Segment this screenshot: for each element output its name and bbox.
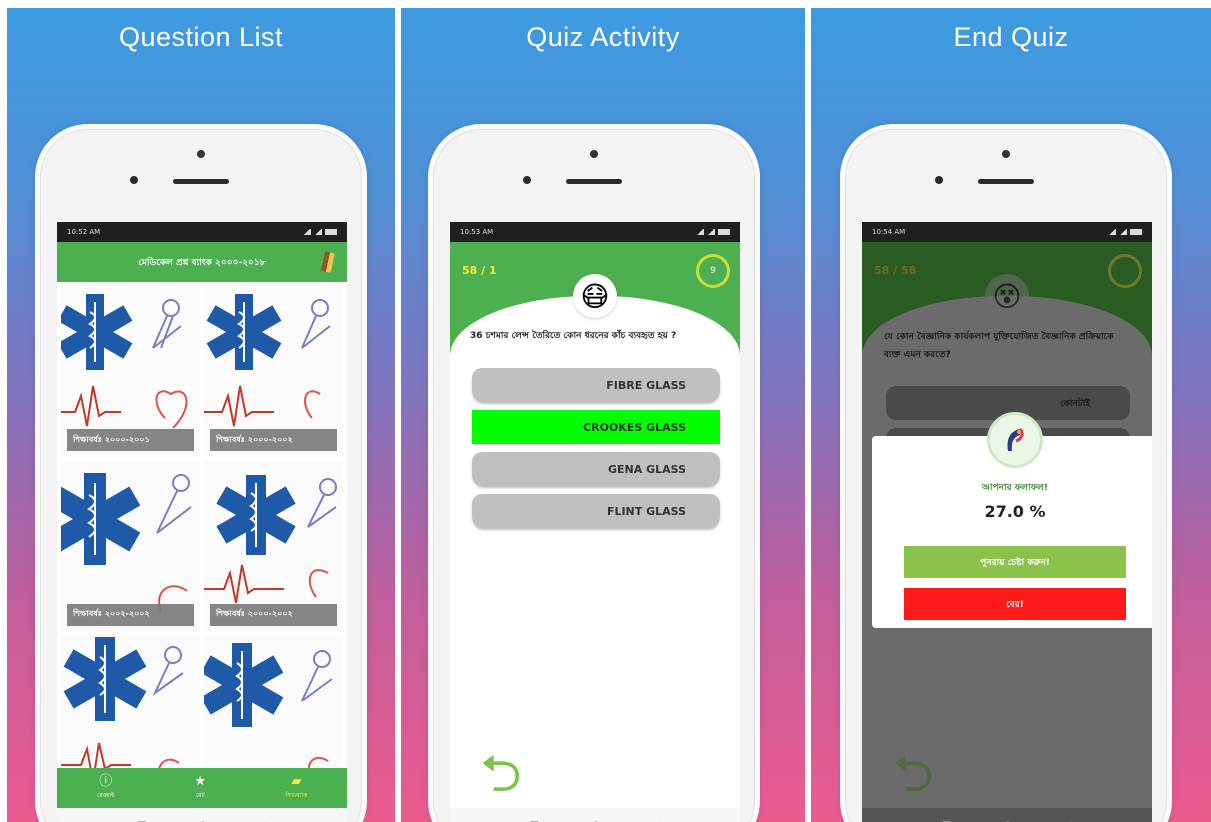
question-text: 36 চশমার লেন্স তৈরিতে কোন ধরনের কাঁচ ব্য… [470, 331, 677, 341]
system-nav-bar: ■ ● ◀ [862, 808, 1152, 822]
card-label: শিক্ষাবর্ষঃ ২০০২-২০০২ [67, 603, 194, 626]
status-bar: 10:54 AM [862, 222, 1152, 242]
back-arrow-icon: ⮌ [892, 744, 934, 804]
battery-icon [325, 229, 337, 235]
signal-icon [1119, 229, 1127, 235]
status-time: 10:52 AM [67, 228, 101, 236]
quiz-score: 58 / 58 [874, 264, 917, 277]
quiz-score: 58 / 1 [462, 264, 497, 277]
option-button[interactable]: GENA GLASS [472, 452, 720, 486]
question-text: যে কোন বৈজ্ঞানিক কার্যকলাপ যুক্তিযোজিত ব… [884, 332, 1114, 360]
app-logo-icon[interactable] [321, 251, 335, 273]
star-icon: ★ [194, 774, 206, 789]
nav-feedback[interactable]: ▰ ফিডব্যাক [286, 775, 308, 801]
battery-icon [718, 229, 730, 235]
panel-title: End Quiz [953, 22, 1069, 52]
app-bar: মেডিকেল প্রশ্ন ব্যাংক ২০০০-২০১৮ [57, 242, 347, 282]
signal-icon [1108, 229, 1116, 235]
nav-rate[interactable]: ★ রেট [194, 775, 206, 801]
status-time: 10:53 AM [460, 228, 494, 236]
question-set-card[interactable]: শিক্ষাবর্ষঃ ২০০২-২০০২ [61, 460, 200, 631]
card-label: শিক্ষাবর্ষঃ ২০০০-২০০২ [210, 429, 337, 451]
app-title: মেডিকেল প্রশ্ন ব্যাংক ২০০০-২০১৮ [138, 257, 266, 268]
signal-icon [303, 229, 311, 235]
status-bar: 10:52 AM [57, 222, 347, 242]
panel-quiz-activity: Quiz Activity 10:53 AM 58 / 1 9 😷 36 চশম… [401, 8, 805, 822]
chat-icon: ▰ [291, 774, 302, 789]
status-time: 10:54 AM [872, 228, 906, 236]
panel-question-list: Question List 10:52 AM মেডিকেল প্রশ্ন ব্… [7, 8, 395, 822]
status-bar: 10:53 AM [450, 222, 740, 242]
system-nav-bar: ■ ● ◀ [57, 808, 347, 822]
card-label: শিক্ষাবর্ষঃ ২০০০-২০০২ [210, 603, 337, 626]
retry-button[interactable]: পুনরায় চেষ্টা করুন! [904, 546, 1126, 578]
emoji-face-icon: 😷 [573, 274, 617, 318]
option-button[interactable]: FLINT GLASS [472, 494, 720, 528]
card-label: শিক্ষাবর্ষঃ ২০০০-২০০১ [67, 429, 194, 451]
bottom-nav: ⓘ রেজাল্ট ★ রেট ▰ ফিডব্যাক [57, 768, 347, 808]
system-nav-bar: ■ ● ◀ [450, 808, 740, 822]
back-arrow-icon[interactable]: ⮌ [480, 748, 522, 800]
panel-end-quiz: End Quiz 10:54 AM 58 / 58 😵 যে কোন বৈজ্ঞ… [811, 8, 1211, 822]
result-percentage: 27.0 % [984, 502, 1046, 521]
app-logo-icon [987, 412, 1043, 468]
phone-frame: 10:53 AM 58 / 1 9 😷 36 চশমার লেন্স তৈরিত… [433, 129, 755, 822]
question-set-card[interactable]: শিক্ষাবর্ষঃ ২০০০-২০০২ [204, 460, 343, 631]
question-set-card[interactable]: শিক্ষাবর্ষঃ ২০০০-২০০২ [204, 286, 343, 456]
signal-icon [696, 229, 704, 235]
signal-icon [707, 229, 715, 235]
phone-screen: 10:54 AM 58 / 58 😵 যে কোন বৈজ্ঞানিক কার্… [862, 222, 1152, 822]
timer-ring [1108, 254, 1142, 288]
result-title: আপনার ফলাফল! [982, 483, 1048, 493]
phone-screen: 10:52 AM মেডিকেল প্রশ্ন ব্যাংক ২০০০-২০১৮… [57, 222, 347, 822]
option-button-correct[interactable]: CROOKES GLASS [472, 410, 720, 444]
question-set-card[interactable]: শিক্ষাবর্ষঃ ২০০০-২০০১ [61, 286, 200, 456]
phone-screen: 10:53 AM 58 / 1 9 😷 36 চশমার লেন্স তৈরিত… [450, 222, 740, 822]
panel-title: Quiz Activity [526, 22, 680, 52]
question-grid: শিক্ষাবর্ষঃ ২০০০-২০০১ শিক্ষাবর্ষঃ ২০০০-২… [57, 282, 347, 810]
panel-title: Question List [118, 22, 284, 52]
emoji-face-icon: 😵 [985, 274, 1029, 318]
signal-icon [314, 229, 322, 235]
phone-frame: 10:54 AM 58 / 58 😵 যে কোন বৈজ্ঞানিক কার্… [845, 129, 1167, 822]
timer-ring: 9 [696, 254, 730, 288]
battery-icon [1130, 229, 1142, 235]
info-icon: ⓘ [99, 774, 113, 789]
exit-button[interactable]: বের! [904, 588, 1126, 620]
option-button[interactable]: FIBRE GLASS [472, 368, 720, 402]
phone-frame: 10:52 AM মেডিকেল প্রশ্ন ব্যাংক ২০০০-২০১৮… [40, 129, 362, 822]
answer-options: FIBRE GLASS CROOKES GLASS GENA GLASS FLI… [472, 368, 720, 536]
nav-result[interactable]: ⓘ রেজাল্ট [97, 775, 115, 801]
result-dialog: আপনার ফলাফল! 27.0 % পুনরায় চেষ্টা করুন!… [872, 412, 1152, 628]
